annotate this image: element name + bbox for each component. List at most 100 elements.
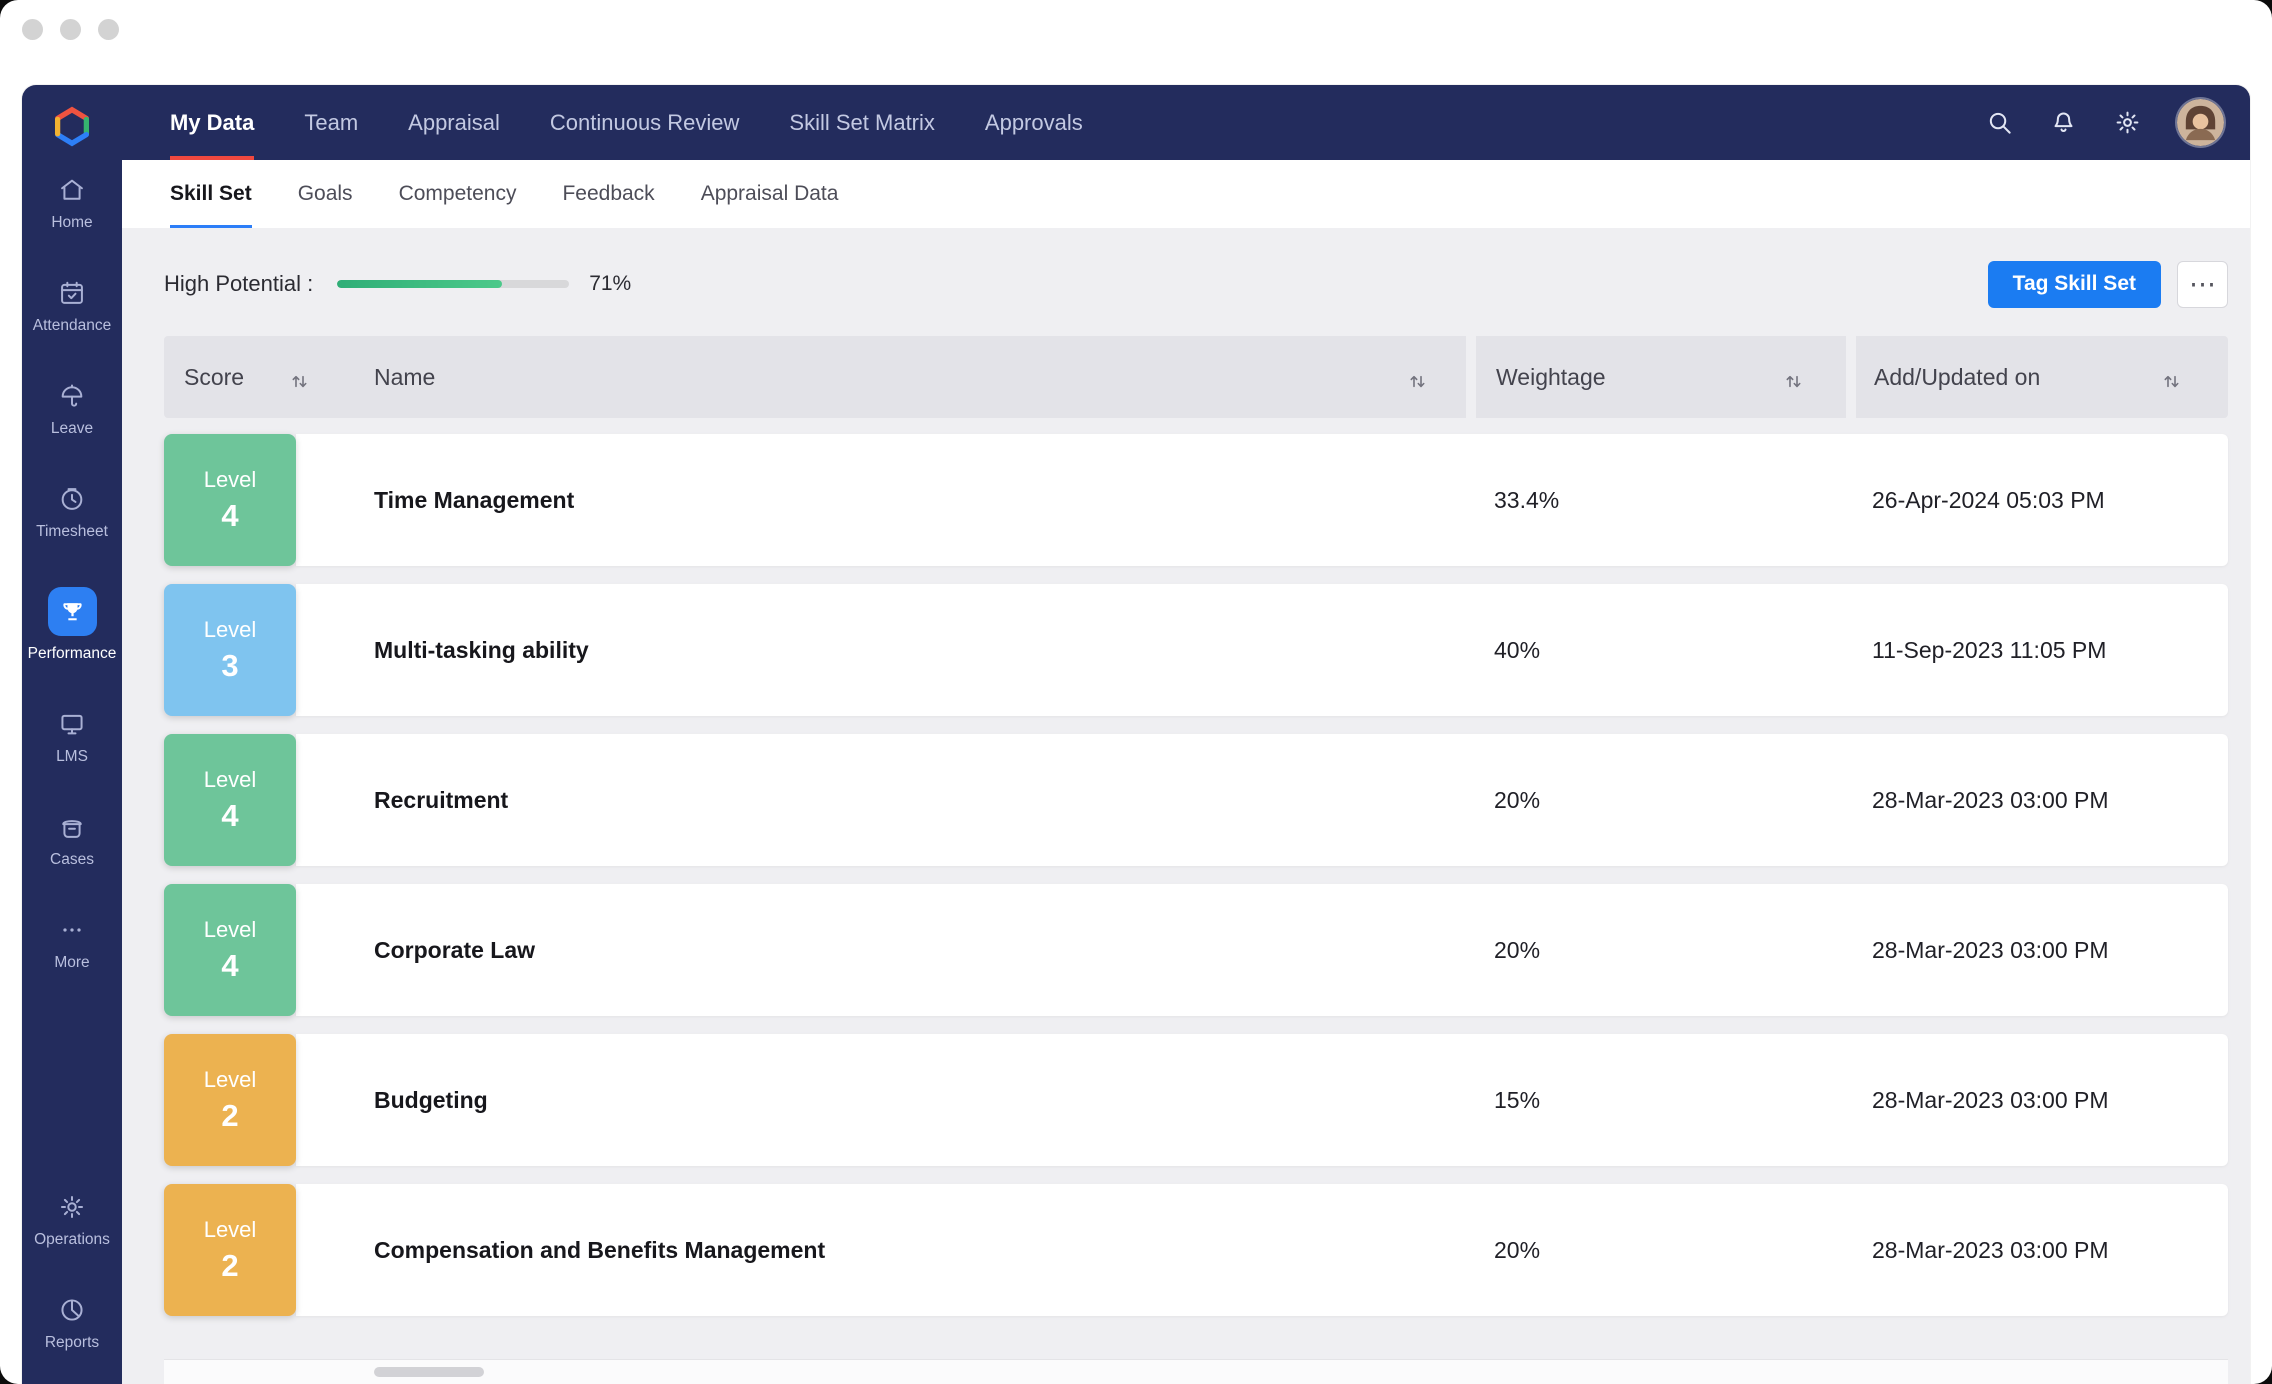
- pie-chart-icon: [57, 1295, 87, 1325]
- sidebar-item-operations[interactable]: Operations: [22, 1184, 122, 1257]
- lms-icon: [57, 709, 87, 739]
- sidebar-item-more[interactable]: More: [22, 907, 122, 980]
- tab-approvals[interactable]: Approvals: [985, 85, 1083, 160]
- cases-icon: [57, 812, 87, 842]
- table-row[interactable]: Level 2 Compensation and Benefits Manage…: [164, 1184, 2228, 1316]
- header-name[interactable]: Name: [344, 336, 1466, 418]
- ellipsis-icon: [57, 915, 87, 945]
- level-word: Level: [204, 767, 257, 793]
- tab-my-data[interactable]: My Data: [170, 85, 254, 160]
- sidebar-item-timesheet[interactable]: Timesheet: [22, 476, 122, 549]
- level-number: 2: [221, 1098, 238, 1134]
- more-options-button[interactable]: ⋯: [2177, 261, 2228, 308]
- window-controls: [22, 19, 119, 40]
- skill-name: Corporate Law: [296, 937, 1476, 964]
- window-dot[interactable]: [98, 19, 119, 40]
- skill-updated: 26-Apr-2024 05:03 PM: [1856, 487, 2228, 514]
- header-label: Weightage: [1496, 364, 1606, 391]
- sub-navigation: Skill Set Goals Competency Feedback Appr…: [122, 160, 2250, 228]
- tab-appraisal-data[interactable]: Appraisal Data: [701, 160, 839, 228]
- window-dot[interactable]: [22, 19, 43, 40]
- skill-weightage: 33.4%: [1476, 487, 1856, 514]
- row-card: Compensation and Benefits Management 20%…: [296, 1184, 2228, 1316]
- sidebar-item-cases[interactable]: Cases: [22, 804, 122, 877]
- scrollbar-thumb[interactable]: [374, 1367, 484, 1377]
- sidebar-item-reports[interactable]: Reports: [22, 1287, 122, 1360]
- tab-label: My Data: [170, 110, 254, 136]
- table-row[interactable]: Level 4 Time Management 33.4% 26-Apr-202…: [164, 434, 2228, 566]
- level-word: Level: [204, 1217, 257, 1243]
- window-dot[interactable]: [60, 19, 81, 40]
- umbrella-icon: [57, 381, 87, 411]
- topnav-actions: [1985, 85, 2250, 160]
- sort-icon[interactable]: [2163, 369, 2180, 386]
- gear-icon[interactable]: [2113, 109, 2141, 137]
- tab-skill-set-matrix[interactable]: Skill Set Matrix: [789, 85, 934, 160]
- skill-updated: 28-Mar-2023 03:00 PM: [1856, 787, 2228, 814]
- screen: Home Attendance Leave: [0, 0, 2272, 1384]
- sidebar-item-leave[interactable]: Leave: [22, 373, 122, 446]
- sidebar-item-label: Performance: [28, 645, 117, 663]
- level-word: Level: [204, 1067, 257, 1093]
- tag-skill-set-button[interactable]: Tag Skill Set: [1988, 261, 2161, 308]
- app-logo-icon[interactable]: [48, 103, 96, 151]
- tab-label: Competency: [399, 182, 517, 206]
- high-potential-progress-bar: [337, 280, 569, 288]
- header-score[interactable]: Score: [164, 336, 344, 418]
- level-number: 4: [221, 948, 238, 984]
- skill-name: Recruitment: [296, 787, 1476, 814]
- sidebar-nav-bottom: Operations Reports: [22, 1184, 122, 1360]
- horizontal-scrollbar[interactable]: [164, 1359, 2228, 1384]
- tab-appraisal[interactable]: Appraisal: [408, 85, 500, 160]
- sort-icon[interactable]: [1409, 369, 1426, 386]
- sidebar-item-home[interactable]: Home: [22, 167, 122, 240]
- progress-fill: [337, 280, 502, 288]
- skill-updated: 11-Sep-2023 11:05 PM: [1856, 637, 2228, 664]
- tab-team[interactable]: Team: [304, 85, 358, 160]
- level-badge: Level 4: [164, 884, 296, 1016]
- skill-weightage: 20%: [1476, 1237, 1856, 1264]
- skill-name: Budgeting: [296, 1087, 1476, 1114]
- tab-continuous-review[interactable]: Continuous Review: [550, 85, 740, 160]
- header-add-updated-on[interactable]: Add/Updated on: [1856, 336, 2228, 418]
- clock-icon: [57, 484, 87, 514]
- table-row[interactable]: Level 2 Budgeting 15% 28-Mar-2023 03:00 …: [164, 1034, 2228, 1166]
- sidebar-item-lms[interactable]: LMS: [22, 701, 122, 774]
- tab-competency[interactable]: Competency: [399, 160, 517, 228]
- level-badge: Level 4: [164, 434, 296, 566]
- level-number: 3: [221, 648, 238, 684]
- sidebar-item-performance[interactable]: Performance: [22, 579, 122, 671]
- calendar-check-icon: [57, 278, 87, 308]
- sidebar-item-label: Reports: [45, 1334, 99, 1352]
- level-badge: Level 2: [164, 1034, 296, 1166]
- header-gap: [1466, 336, 1476, 418]
- table-row[interactable]: Level 4 Recruitment 20% 28-Mar-2023 03:0…: [164, 734, 2228, 866]
- tab-feedback[interactable]: Feedback: [562, 160, 654, 228]
- search-icon[interactable]: [1985, 109, 2013, 137]
- header-label: Name: [374, 364, 435, 391]
- sidebar-item-label: Leave: [51, 420, 93, 438]
- tab-goals[interactable]: Goals: [298, 160, 353, 228]
- bell-icon[interactable]: [2049, 109, 2077, 137]
- sort-icon[interactable]: [291, 369, 308, 386]
- table-row[interactable]: Level 4 Corporate Law 20% 28-Mar-2023 03…: [164, 884, 2228, 1016]
- skill-updated: 28-Mar-2023 03:00 PM: [1856, 937, 2228, 964]
- sidebar-item-attendance[interactable]: Attendance: [22, 270, 122, 343]
- sort-icon[interactable]: [1785, 369, 1802, 386]
- level-badge: Level 2: [164, 1184, 296, 1316]
- tab-skill-set[interactable]: Skill Set: [170, 160, 252, 228]
- skill-name: Time Management: [296, 487, 1476, 514]
- row-card: Recruitment 20% 28-Mar-2023 03:00 PM: [296, 734, 2228, 866]
- table-header: Score Name Weightage Add/Updated on: [164, 336, 2228, 418]
- level-badge: Level 4: [164, 734, 296, 866]
- header-weightage[interactable]: Weightage: [1476, 336, 1846, 418]
- app-window: Home Attendance Leave: [22, 85, 2250, 1384]
- avatar[interactable]: [2177, 99, 2224, 146]
- top-navigation: My Data Team Appraisal Continuous Review…: [122, 85, 2250, 160]
- header-label: Add/Updated on: [1874, 364, 2040, 391]
- skill-weightage: 20%: [1476, 937, 1856, 964]
- tab-label: Goals: [298, 182, 353, 206]
- skill-updated: 28-Mar-2023 03:00 PM: [1856, 1087, 2228, 1114]
- home-icon: [57, 175, 87, 205]
- table-row[interactable]: Level 3 Multi-tasking ability 40% 11-Sep…: [164, 584, 2228, 716]
